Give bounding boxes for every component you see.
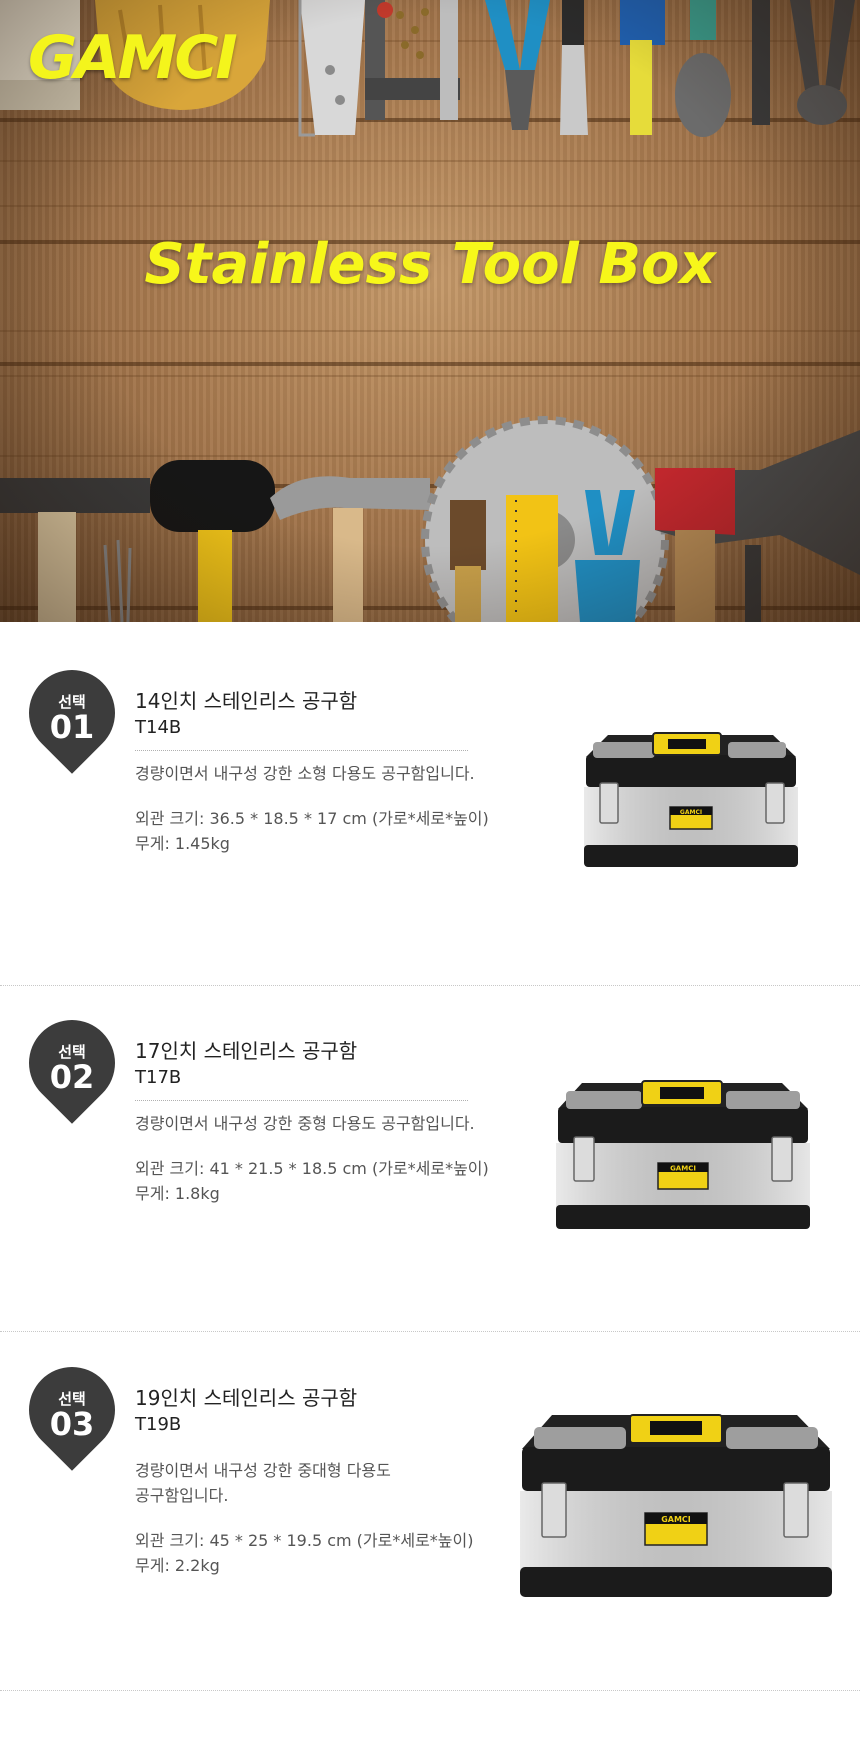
product-info: 17인치 스테인리스 공구함 T17B 경량이면서 내구성 강한 중형 다용도 … <box>135 1037 535 1206</box>
product-size: 외관 크기: 36.5 * 18.5 * 17 cm (가로*세로*높이) <box>135 809 489 828</box>
selection-badge: 선택 03 <box>11 1349 133 1471</box>
hero-title: Stainless Tool Box <box>144 232 716 297</box>
product-model: T19B <box>135 1414 182 1435</box>
product-description: 경량이면서 내구성 강한 중형 다용도 공구함입니다. <box>135 1114 475 1133</box>
product-title: 14인치 스테인리스 공구함 <box>135 689 358 713</box>
badge-number: 03 <box>49 1405 95 1443</box>
product-weight: 무게: 1.45kg <box>135 834 230 853</box>
toolbox-image: GAMCI <box>556 1080 810 1229</box>
selection-badge: 선택 02 <box>11 1002 133 1124</box>
product-row-02: 선택 02 17인치 스테인리스 공구함 T17B 경량이면서 내구성 강한 중… <box>0 985 860 1325</box>
hero-banner: GAMCI Stainless Tool Box <box>0 0 860 622</box>
brand-logo: GAMCI <box>28 23 238 93</box>
product-row-03: 선택 03 19인치 스테인리스 공구함 T19B 경량이면서 내구성 강한 중… <box>0 1331 860 1671</box>
toolbox-logo: GAMCI <box>680 809 702 816</box>
product-description-line2: 공구함입니다. <box>135 1486 229 1505</box>
product-info: 19인치 스테인리스 공구함 T19B 경량이면서 내구성 강한 중대형 다용도… <box>135 1384 535 1578</box>
toolbox-image: GAMCI <box>584 732 798 867</box>
product-row-01: 선택 01 14인치 스테인리스 공구함 T14B 경량이면서 내구성 강한 소… <box>0 622 860 962</box>
toolbox-logo: GAMCI <box>670 1165 696 1173</box>
row-divider <box>0 1690 860 1691</box>
product-model: T17B <box>135 1067 182 1088</box>
product-description-line1: 경량이면서 내구성 강한 중대형 다용도 <box>135 1461 391 1480</box>
toolbox-logo: GAMCI <box>661 1515 691 1524</box>
toolbox-image: GAMCI <box>520 1414 832 1597</box>
product-weight: 무게: 1.8kg <box>135 1184 220 1203</box>
product-title: 17인치 스테인리스 공구함 <box>135 1039 358 1063</box>
dotted-divider <box>135 750 468 751</box>
hero-vignette <box>0 0 860 622</box>
product-title: 19인치 스테인리스 공구함 <box>135 1386 358 1410</box>
dotted-divider <box>135 1100 468 1101</box>
selection-badge: 선택 01 <box>11 652 133 774</box>
product-size: 외관 크기: 45 * 25 * 19.5 cm (가로*세로*높이) <box>135 1531 474 1550</box>
product-info: 14인치 스테인리스 공구함 T14B 경량이면서 내구성 강한 소형 다용도 … <box>135 687 535 856</box>
badge-number: 02 <box>49 1058 95 1096</box>
product-description: 경량이면서 내구성 강한 소형 다용도 공구함입니다. <box>135 764 475 783</box>
product-weight: 무게: 2.2kg <box>135 1556 220 1575</box>
badge-number: 01 <box>49 708 95 746</box>
product-size: 외관 크기: 41 * 21.5 * 18.5 cm (가로*세로*높이) <box>135 1159 489 1178</box>
product-model: T14B <box>135 717 182 738</box>
